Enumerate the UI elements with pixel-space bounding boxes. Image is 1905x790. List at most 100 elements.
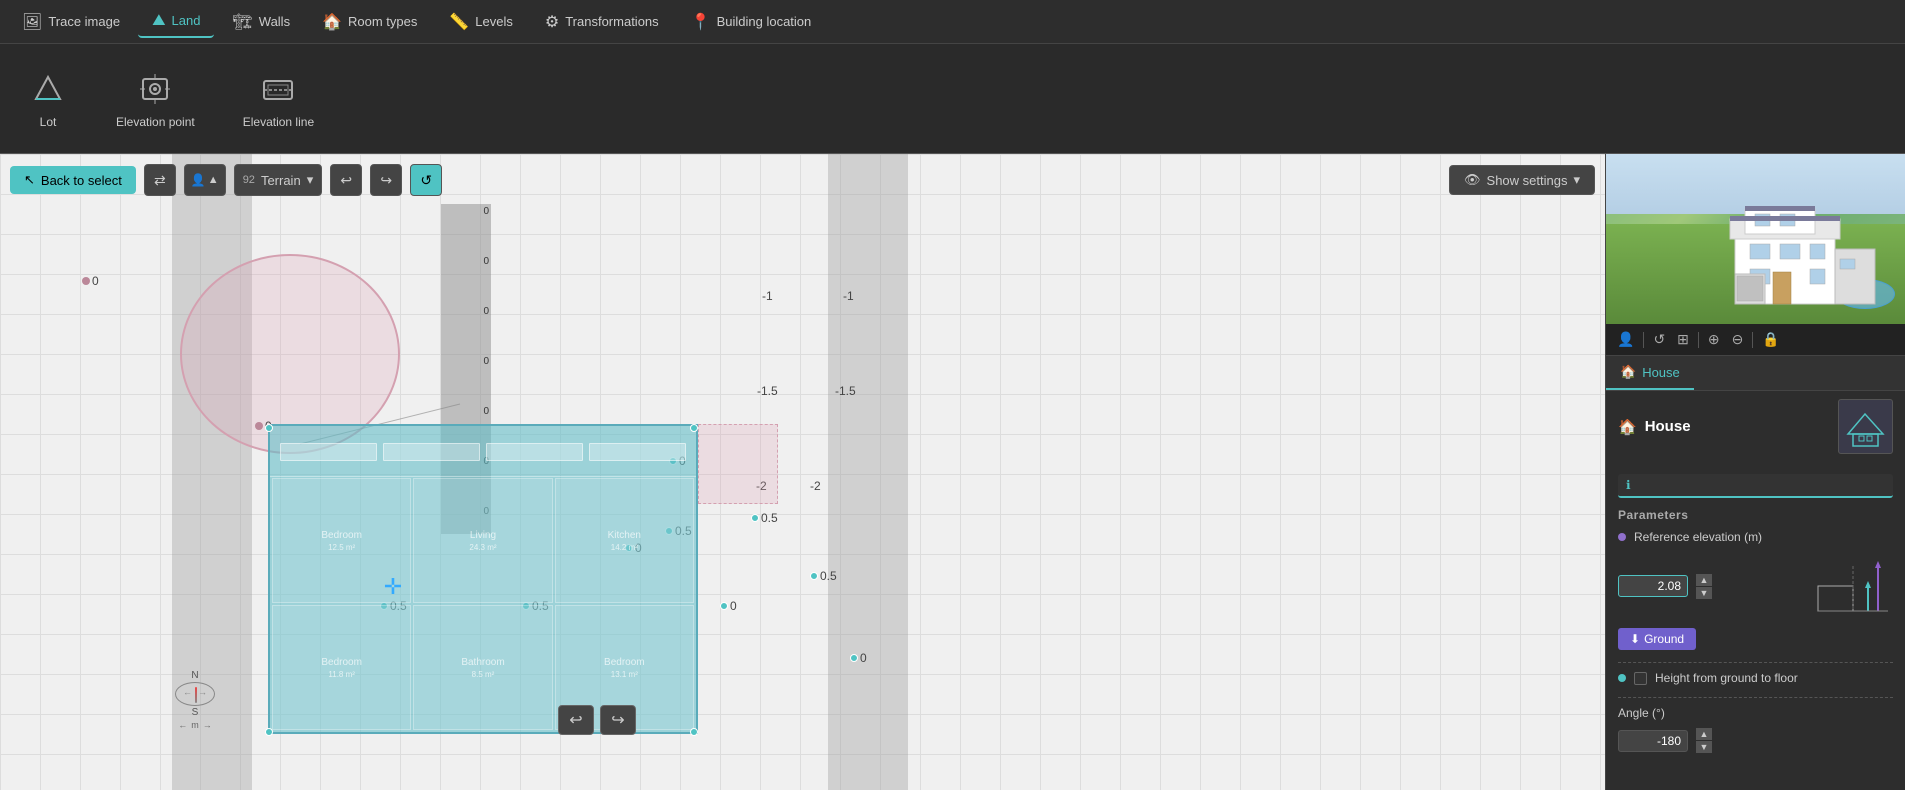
main-area: 0 0 0 0 0 0 0 ↖ Back to select ⇄ 👤 ▲ 92 …	[0, 154, 1905, 790]
terrain-label: Terrain	[261, 173, 301, 188]
ref-elevation-label: Reference elevation (m)	[1634, 530, 1893, 544]
elev-marker-neg15a: -1.5	[757, 384, 778, 398]
room-label: Bathroom	[461, 657, 504, 668]
undo-action-button[interactable]: ↩	[558, 705, 594, 735]
properties-panel: ℹ Parameters Reference elevation (m) ▲ ▼	[1606, 462, 1905, 790]
tab-building-location[interactable]: 📍 Building location	[677, 6, 826, 38]
house-tabs: 🏠 House	[1606, 356, 1905, 391]
terrain-dropdown[interactable]: 92 Terrain ▾	[234, 164, 323, 196]
lot-icon	[28, 69, 68, 109]
person-view-icon[interactable]: 👤	[1614, 328, 1637, 351]
back-to-select-button[interactable]: ↖ Back to select	[10, 166, 136, 194]
room-label: Bedroom	[604, 657, 645, 668]
grid-view-icon[interactable]: ⊞	[1674, 328, 1692, 351]
separator	[1618, 697, 1893, 698]
house-tab-icon: 🏠	[1620, 364, 1636, 380]
trace-image-icon: 🖼	[22, 12, 42, 32]
elevation-marker	[690, 728, 698, 736]
windows-top-row	[280, 432, 686, 472]
elev-marker-0d: 0	[850, 651, 867, 665]
undo-button[interactable]: ↩	[330, 164, 362, 196]
zoom-out-icon[interactable]: ⊖	[1729, 328, 1747, 351]
room-cell: Living 24.3 m²	[413, 478, 552, 603]
step-down-button[interactable]: ▼	[1696, 587, 1712, 599]
swap-button[interactable]: ⇄	[144, 164, 176, 196]
building-location-icon: 📍	[691, 12, 711, 32]
info-icon: ℹ	[1626, 478, 1631, 492]
show-settings-button[interactable]: 👁 Show settings ▾	[1449, 165, 1595, 195]
rotate-view-icon[interactable]: ↺	[1650, 328, 1668, 351]
building-footprint: Bedroom 12.5 m² Living 24.3 m² Kitchen 1…	[268, 424, 698, 734]
angle-stepper: ▲ ▼	[1696, 728, 1712, 753]
angle-input-row: ▲ ▼	[1618, 728, 1893, 753]
walls-icon: 🏗	[232, 12, 252, 32]
room-area: 13.1 m²	[611, 670, 638, 679]
zoom-in-icon[interactable]: ⊕	[1705, 328, 1723, 351]
room-area: 12.5 m²	[328, 543, 355, 552]
tab-trace-image[interactable]: 🖼 Trace image	[8, 6, 134, 38]
person-icon: 👤	[191, 173, 206, 187]
step-up-button[interactable]: ▲	[1696, 574, 1712, 586]
room-area: 14.2 m²	[611, 543, 638, 552]
canvas-area[interactable]: 0 0 0 0 0 0 0 ↖ Back to select ⇄ 👤 ▲ 92 …	[0, 154, 1605, 790]
room-types-icon: 🏠	[322, 12, 342, 32]
tool-elevation-point[interactable]: Elevation point	[104, 61, 207, 137]
ground-button[interactable]: ⬇ Ground	[1618, 628, 1696, 650]
action-bar: ↖ Back to select ⇄ 👤 ▲ 92 Terrain ▾ ↩ ↪ …	[10, 164, 1595, 196]
elevation-point-icon	[135, 69, 175, 109]
separator	[1752, 332, 1753, 348]
lock-icon[interactable]: 🔒	[1759, 328, 1782, 351]
angle-step-down-button[interactable]: ▼	[1696, 741, 1712, 753]
top-navigation: 🖼 Trace image ⛰ Land 🏗 Walls 🏠 Room type…	[0, 0, 1905, 44]
house-icon: 🏠	[1618, 418, 1637, 436]
house-3d-svg	[1705, 184, 1885, 314]
transformations-icon: ⚙	[545, 12, 559, 32]
dropdown-arrow-icon: ▾	[307, 172, 314, 188]
tab-levels[interactable]: 📏 Levels	[435, 6, 527, 38]
sub-toolbar: Lot Elevation point Elevation line	[0, 44, 1905, 154]
move-tool[interactable]: ✛	[378, 572, 408, 602]
tab-transformations[interactable]: ⚙ Transformations	[531, 6, 673, 38]
land-icon: ⛰	[152, 12, 165, 30]
prop-dot-purple	[1618, 533, 1626, 541]
height-from-ground-checkbox[interactable]	[1634, 672, 1647, 685]
compass-distance-end: →	[203, 720, 212, 730]
tab-room-types[interactable]: 🏠 Room types	[308, 6, 431, 38]
chevron-down-icon: ▾	[1573, 172, 1580, 188]
redo-button[interactable]: ↪	[370, 164, 402, 196]
elevation-line-icon	[258, 69, 298, 109]
elev-marker-neg15b: -1.5	[835, 384, 856, 398]
window	[383, 443, 480, 461]
tab-walls[interactable]: 🏗 Walls	[218, 6, 304, 38]
house-tab-house[interactable]: 🏠 House	[1606, 356, 1694, 390]
room-cell: Bathroom 8.5 m²	[413, 605, 552, 730]
room-area: 11.8 m²	[328, 670, 355, 679]
elev-marker-neg1a: -1	[762, 289, 773, 303]
elevation-toggle-button[interactable]: 👤 ▲	[184, 164, 226, 196]
tool-lot[interactable]: Lot	[16, 61, 80, 137]
info-tab[interactable]: ℹ	[1618, 474, 1893, 498]
separator	[1618, 662, 1893, 663]
rooms-grid: Bedroom 12.5 m² Living 24.3 m² Kitchen 1…	[272, 478, 694, 730]
ground-icon: ⬇	[1630, 632, 1640, 646]
divider-h	[270, 476, 696, 477]
ref-elevation-input[interactable]	[1618, 575, 1688, 597]
elevation-diagram	[1813, 556, 1893, 616]
elevation-marker	[265, 728, 273, 736]
tool-elevation-line[interactable]: Elevation line	[231, 61, 326, 137]
tab-land[interactable]: ⛰ Land	[138, 6, 214, 38]
elev-marker-0a: 0	[82, 274, 99, 288]
parameters-title: Parameters	[1618, 508, 1893, 522]
elev-marker-05d: 0.5	[751, 511, 778, 525]
refresh-button[interactable]: ↺	[410, 164, 442, 196]
angle-row: Angle (°)	[1618, 706, 1893, 720]
room-cell: Bedroom 11.8 m²	[272, 605, 411, 730]
room-label: Living	[470, 530, 496, 541]
elev-marker-neg2b: -2	[810, 479, 821, 493]
room-label: Bedroom	[321, 530, 362, 541]
compass-distance-start: ←	[178, 720, 187, 730]
angle-step-up-button[interactable]: ▲	[1696, 728, 1712, 740]
angle-input[interactable]	[1618, 730, 1688, 752]
building-control-buttons: ↩ ↪	[558, 705, 636, 735]
redo-action-button[interactable]: ↪	[600, 705, 636, 735]
